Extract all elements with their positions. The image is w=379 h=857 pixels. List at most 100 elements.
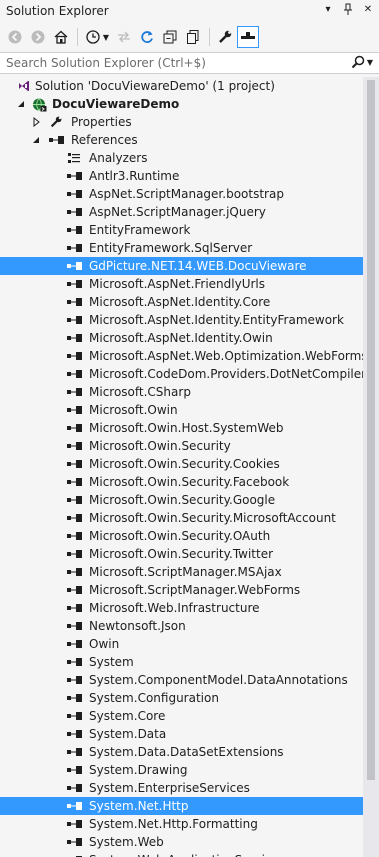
reference-icon <box>66 582 82 598</box>
reference-icon <box>66 456 82 472</box>
tree-item-reference[interactable]: Owin <box>0 635 363 653</box>
tree-item-reference[interactable]: GdPicture.NET.14.WEB.DocuVieware <box>0 257 363 275</box>
expanded-triangle-icon[interactable] <box>16 99 26 109</box>
tree-item-reference[interactable]: Newtonsoft.Json <box>0 617 363 635</box>
analyzers-icon <box>66 150 82 166</box>
reference-icon <box>66 222 82 238</box>
tree-item-reference[interactable]: Microsoft.Owin <box>0 401 363 419</box>
sync-with-document-button[interactable] <box>113 26 135 48</box>
reference-icon <box>66 744 82 760</box>
tree-item-label: System.EnterpriseServices <box>89 781 250 795</box>
tree-item-reference[interactable]: System.Data.DataSetExtensions <box>0 743 363 761</box>
tree-item-reference[interactable]: Antlr3.Runtime <box>0 167 363 185</box>
tree-item-label: Properties <box>71 115 132 129</box>
tree-item-reference[interactable]: Microsoft.Owin.Security.Facebook <box>0 473 363 491</box>
tree-item-label: System.Web.ApplicationServices <box>89 853 285 857</box>
preview-selected-items-button[interactable] <box>237 26 259 48</box>
tree-item-solution[interactable]: Solution 'DocuViewareDemo' (1 project) <box>0 77 363 95</box>
reference-icon <box>66 528 82 544</box>
reference-icon <box>66 258 82 274</box>
reference-icon <box>66 366 82 382</box>
tree-item-label: Microsoft.Owin.Security.MicrosoftAccount <box>89 511 336 525</box>
tree-item-reference[interactable]: System.ComponentModel.DataAnnotations <box>0 671 363 689</box>
tree-item-reference[interactable]: Microsoft.Owin.Security.Cookies <box>0 455 363 473</box>
solution-tree: Solution 'DocuViewareDemo' (1 project) D… <box>0 77 363 857</box>
tree-item-reference[interactable]: System.Net.Http.Formatting <box>0 815 363 833</box>
tree-item-reference[interactable]: System.Data <box>0 725 363 743</box>
properties-button[interactable] <box>214 26 236 48</box>
tree-item-reference[interactable]: Microsoft.Owin.Security.Twitter <box>0 545 363 563</box>
tree-item-reference[interactable]: Microsoft.Owin.Security.Google <box>0 491 363 509</box>
collapse-all-button[interactable] <box>159 26 181 48</box>
tree-item-reference[interactable]: Microsoft.AspNet.FriendlyUrls <box>0 275 363 293</box>
reference-icon <box>66 798 82 814</box>
tree-item-reference[interactable]: Microsoft.Owin.Security.MicrosoftAccount <box>0 509 363 527</box>
tree-item-reference[interactable]: System.Net.Http <box>0 797 363 815</box>
reference-icon <box>66 654 82 670</box>
tree-item-reference[interactable]: EntityFramework <box>0 221 363 239</box>
reference-icon <box>66 708 82 724</box>
search-options-chevron-icon[interactable]: ▼ <box>367 58 373 67</box>
tree-item-reference[interactable]: AspNet.ScriptManager.jQuery <box>0 203 363 221</box>
tree-item-label: System.Data <box>89 727 167 741</box>
tree-item-reference[interactable]: Microsoft.AspNet.Identity.Core <box>0 293 363 311</box>
forward-button[interactable] <box>27 26 49 48</box>
show-all-files-button[interactable] <box>182 26 204 48</box>
reference-icon <box>66 186 82 202</box>
tree-item-reference[interactable]: Microsoft.Web.Infrastructure <box>0 599 363 617</box>
tree-item-label: Microsoft.Web.Infrastructure <box>89 601 260 615</box>
tree-item-reference[interactable]: System.Web <box>0 833 363 851</box>
tree-item-label: Antlr3.Runtime <box>89 169 180 183</box>
tree-item-references[interactable]: References <box>0 131 363 149</box>
tree-item-analyzers[interactable]: Analyzers <box>0 149 363 167</box>
tree-item-reference[interactable]: Microsoft.Owin.Host.SystemWeb <box>0 419 363 437</box>
expanded-triangle-icon[interactable] <box>31 135 41 145</box>
tree-item-reference[interactable]: System.EnterpriseServices <box>0 779 363 797</box>
tree-item-reference[interactable]: Microsoft.Owin.Security.OAuth <box>0 527 363 545</box>
tree-item-project[interactable]: DocuViewareDemo <box>0 95 363 113</box>
tree-item-label: Microsoft.AspNet.FriendlyUrls <box>89 277 266 291</box>
tree-item-reference[interactable]: Microsoft.ScriptManager.MSAjax <box>0 563 363 581</box>
collapsed-triangle-icon[interactable] <box>31 117 41 127</box>
tree-item-reference[interactable]: Microsoft.Owin.Security <box>0 437 363 455</box>
tree-item-label: GdPicture.NET.14.WEB.DocuVieware <box>89 259 307 273</box>
tree-item-reference[interactable]: System.Configuration <box>0 689 363 707</box>
pin-icon[interactable] <box>341 3 355 17</box>
tree-item-reference[interactable]: Microsoft.AspNet.Identity.EntityFramewor… <box>0 311 363 329</box>
tree-item-properties[interactable]: Properties <box>0 113 363 131</box>
reference-icon <box>66 168 82 184</box>
reference-icon <box>66 564 82 580</box>
vertical-scrollbar[interactable] <box>363 77 379 857</box>
tree-item-reference[interactable]: AspNet.ScriptManager.bootstrap <box>0 185 363 203</box>
tree-item-reference[interactable]: Microsoft.AspNet.Web.Optimization.WebFor… <box>0 347 363 365</box>
tree-item-reference[interactable]: System.Drawing <box>0 761 363 779</box>
refresh-button[interactable] <box>136 26 158 48</box>
pending-changes-filter-button[interactable]: ▼ <box>82 26 112 48</box>
wrench-icon <box>219 30 232 43</box>
reference-icon <box>66 816 82 832</box>
reference-icon <box>66 420 82 436</box>
search-input[interactable] <box>6 56 336 70</box>
scrollbar-thumb[interactable] <box>367 80 375 780</box>
tree-item-reference[interactable]: System.Web.ApplicationServices <box>0 851 363 857</box>
tree-item-reference[interactable]: Microsoft.CSharp <box>0 383 363 401</box>
tree-item-reference[interactable]: Microsoft.ScriptManager.WebForms <box>0 581 363 599</box>
back-button[interactable] <box>4 26 26 48</box>
tree-item-label: Microsoft.Owin.Security.Facebook <box>89 475 290 489</box>
tree-item-label: System.Configuration <box>89 691 219 705</box>
reference-icon <box>66 762 82 778</box>
tree-item-reference[interactable]: System <box>0 653 363 671</box>
home-button[interactable] <box>50 26 72 48</box>
tree-item-label: Microsoft.ScriptManager.WebForms <box>89 583 301 597</box>
tree-item-reference[interactable]: EntityFramework.SqlServer <box>0 239 363 257</box>
tree-item-reference[interactable]: Microsoft.CodeDom.Providers.DotNetCompil… <box>0 365 363 383</box>
tree-item-label: Microsoft.CodeDom.Providers.DotNetCompil… <box>89 367 363 381</box>
tree-item-reference[interactable]: System.Core <box>0 707 363 725</box>
toolbar: ▼ <box>0 24 379 50</box>
reference-icon <box>66 384 82 400</box>
back-icon <box>8 30 22 44</box>
tree-item-reference[interactable]: Microsoft.AspNet.Identity.Owin <box>0 329 363 347</box>
close-icon[interactable]: ✕ <box>361 3 375 17</box>
search-icon[interactable] <box>351 55 365 69</box>
dropdown-arrow-icon[interactable]: ▾ <box>321 3 335 17</box>
